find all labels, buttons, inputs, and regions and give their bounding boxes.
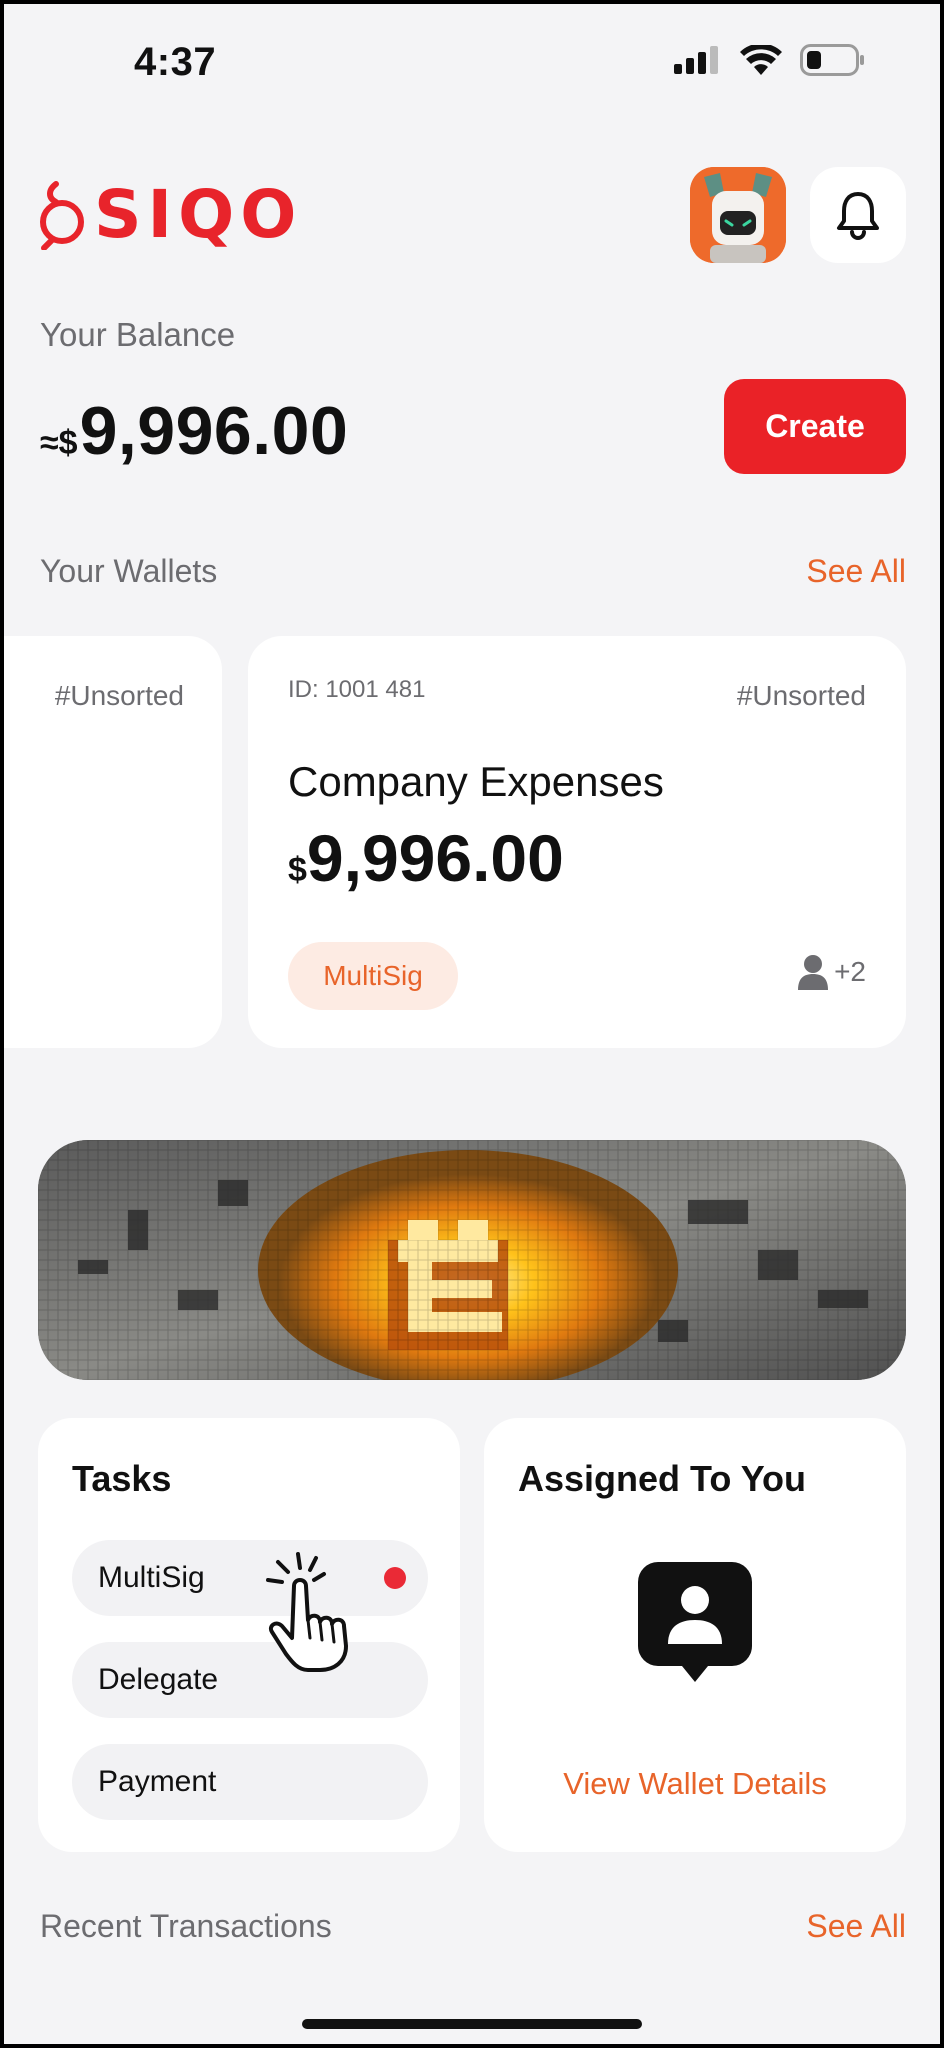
- members-count: +2: [834, 956, 866, 987]
- siqo-logo-icon: [40, 181, 84, 250]
- battery-icon: [800, 44, 864, 76]
- transactions-see-all-link[interactable]: See All: [806, 1908, 906, 1945]
- task-item-payment[interactable]: Payment: [72, 1744, 428, 1820]
- promo-banner[interactable]: [38, 1140, 906, 1380]
- status-time: 4:37: [134, 40, 217, 84]
- multisig-badge: MultiSig: [288, 942, 458, 1010]
- wallet-amount: $ 9,996.00: [288, 820, 564, 896]
- notification-button[interactable]: [810, 167, 906, 263]
- bitcoin-voxel-banner-image: [38, 1140, 906, 1380]
- wallet-card[interactable]: ID: 1001 481 #Unsorted Company Expenses …: [248, 636, 906, 1048]
- task-label: Payment: [98, 1765, 217, 1798]
- balance-value: 9,996.00: [79, 393, 349, 469]
- wallet-name: Company Expenses: [288, 758, 664, 805]
- wallet-currency: $: [288, 851, 307, 889]
- wallet-amount-value: 9,996.00: [306, 821, 564, 895]
- tap-hand-icon: [266, 1552, 348, 1672]
- robot-avatar-icon: [690, 167, 786, 263]
- assigned-title: Assigned To You: [518, 1458, 807, 1499]
- user-icon: [798, 955, 829, 990]
- create-button[interactable]: Create: [724, 379, 906, 474]
- balance-amount: ≈$ 9,996.00: [40, 392, 348, 470]
- wallet-members: +2: [796, 954, 866, 990]
- unread-dot: [384, 1567, 406, 1589]
- avatar[interactable]: [690, 167, 786, 263]
- wallet-tag: #Unsorted: [736, 680, 866, 711]
- siqo-logo: SIQO: [38, 180, 302, 250]
- logo-text: SIQO: [94, 176, 303, 253]
- assigned-card[interactable]: Assigned To You View Wallet Details: [484, 1418, 906, 1852]
- recent-transactions-title: Recent Transactions: [40, 1908, 332, 1944]
- assigned-user-icon: [638, 1562, 752, 1682]
- home-indicator[interactable]: [302, 2019, 642, 2029]
- wallet-card-partial[interactable]: #Unsorted: [0, 636, 222, 1048]
- bell-icon: [837, 192, 879, 240]
- wallet-id: ID: 1001 481: [288, 676, 426, 703]
- balance-label: Your Balance: [40, 316, 236, 353]
- status-icons: [674, 44, 866, 76]
- task-label: MultiSig: [98, 1561, 205, 1594]
- wifi-icon: [740, 45, 782, 75]
- wallets-see-all-link[interactable]: See All: [806, 553, 906, 590]
- task-label: Delegate: [98, 1663, 219, 1696]
- cellular-signal-icon: [674, 46, 718, 74]
- view-wallet-details-link[interactable]: View Wallet Details: [484, 1766, 906, 1802]
- wallet-tag: #Unsorted: [54, 680, 184, 711]
- wallets-section-title: Your Wallets: [40, 553, 218, 589]
- tasks-title: Tasks: [72, 1458, 172, 1499]
- balance-prefix: ≈$: [40, 424, 78, 462]
- tasks-card: Tasks MultiSig Delegate Payment: [38, 1418, 460, 1852]
